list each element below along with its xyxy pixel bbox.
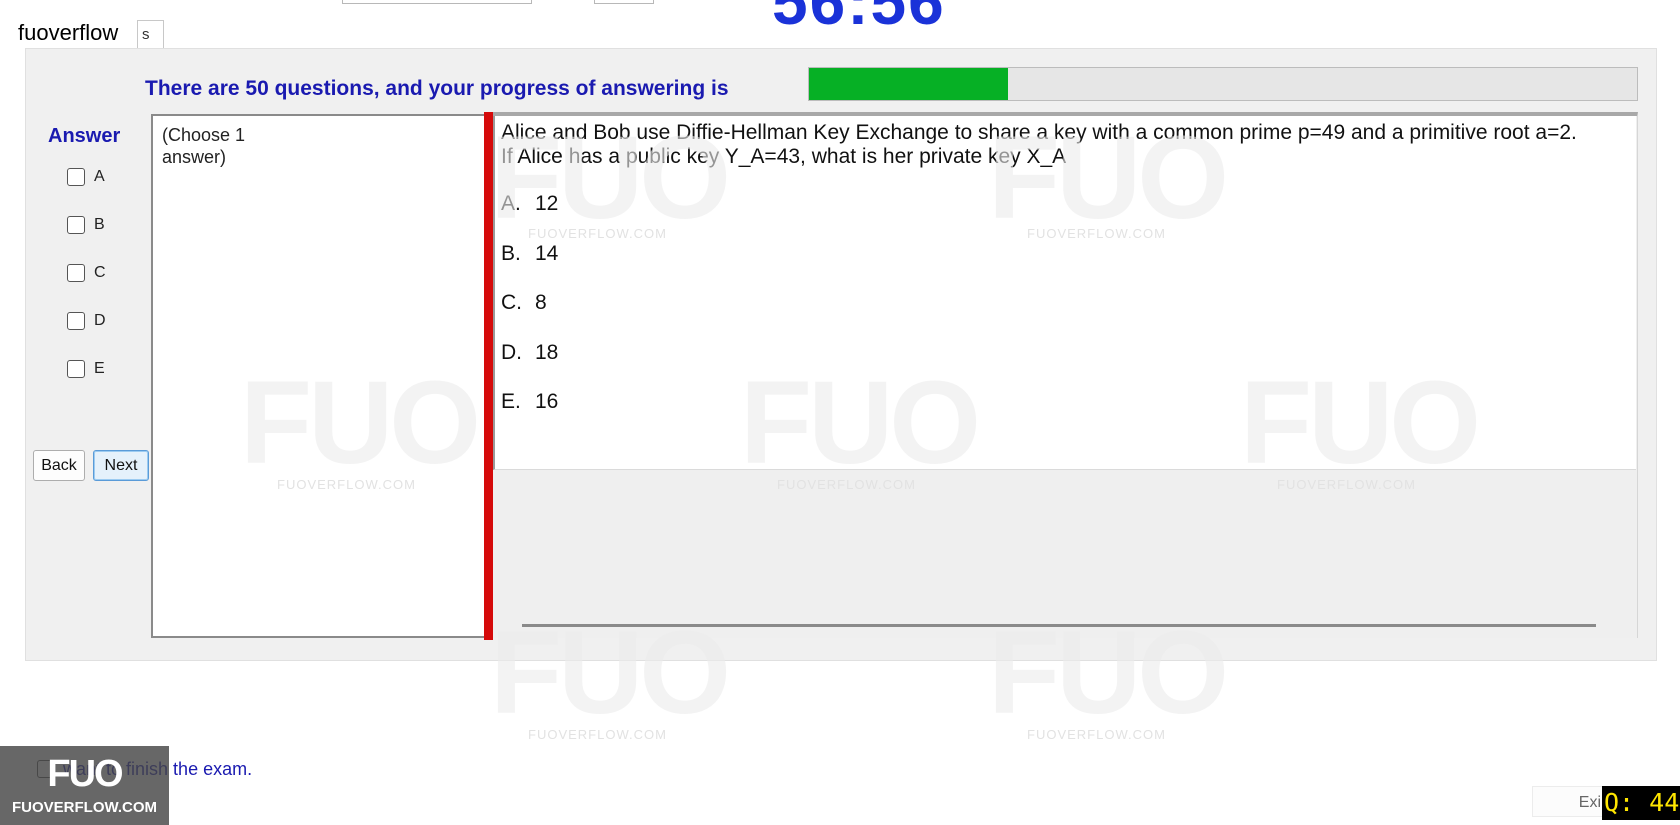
progress-fill: [809, 68, 1008, 100]
checkbox-b[interactable]: [67, 216, 85, 234]
option-label-a: A: [94, 168, 105, 185]
watermark-text: FUOVERFLOW.COM: [528, 727, 667, 742]
watermark-text: FUOVERFLOW.COM: [777, 477, 916, 492]
choice-d: D. 18: [501, 341, 558, 365]
choice-letter: E.: [501, 390, 521, 413]
fuo-logo: FUO FUOVERFLOW.COM: [0, 746, 169, 825]
top-small-field[interactable]: [594, 0, 654, 4]
option-label-d: D: [94, 312, 106, 329]
watermark-logo: FUO: [740, 357, 981, 489]
instruction-text: (Choose 1 answer): [162, 125, 246, 167]
choice-value: 18: [535, 341, 559, 364]
checkbox-d[interactable]: [67, 312, 85, 330]
checkbox-a[interactable]: [67, 168, 85, 186]
answer-option-b[interactable]: B: [67, 214, 105, 236]
choice-letter: D.: [501, 341, 522, 364]
top-field[interactable]: [342, 0, 532, 4]
answer-option-d[interactable]: D: [67, 310, 106, 332]
back-button[interactable]: Back: [33, 450, 85, 481]
answer-option-c[interactable]: C: [67, 262, 106, 284]
option-label-c: C: [94, 264, 106, 281]
exit-button[interactable]: Exi: [1532, 786, 1604, 817]
logo-mark: FUO: [47, 753, 123, 795]
watermark-text: FUOVERFLOW.COM: [1277, 477, 1416, 492]
watermark-text: FUOVERFLOW.COM: [277, 477, 416, 492]
choice-c: C. 8: [501, 291, 547, 315]
checkbox-c[interactable]: [67, 264, 85, 282]
watermark-text: FUOVERFLOW.COM: [528, 226, 667, 241]
logo-site-text: FUOVERFLOW.COM: [12, 799, 157, 816]
choice-value: 8: [535, 291, 547, 314]
tab-stub[interactable]: s: [137, 20, 164, 48]
progress-bar: [808, 67, 1638, 101]
watermark-logo: FUO: [490, 607, 731, 739]
option-label-e: E: [94, 360, 105, 377]
watermark-logo: FUO: [988, 607, 1229, 739]
progress-label: There are 50 questions, and your progres…: [145, 77, 729, 100]
option-label-b: B: [94, 216, 105, 233]
answer-option-e[interactable]: E: [67, 358, 105, 380]
exam-timer: 56:56: [772, 0, 946, 38]
choice-letter: C.: [501, 291, 522, 314]
checkbox-e[interactable]: [67, 360, 85, 378]
answer-option-a[interactable]: A: [67, 166, 105, 188]
choice-e: E. 16: [501, 390, 558, 414]
next-button[interactable]: Next: [93, 450, 149, 481]
watermark-logo: FUO: [1240, 357, 1481, 489]
question-number-badge: Q: 44: [1602, 786, 1680, 820]
app-brand: fuoverflow: [18, 20, 119, 45]
watermark-text: FUOVERFLOW.COM: [1027, 226, 1166, 241]
watermark-logo: FUO: [240, 357, 481, 489]
choice-value: 16: [535, 390, 559, 413]
answer-heading: Answer: [48, 125, 121, 147]
watermark-text: FUOVERFLOW.COM: [1027, 727, 1166, 742]
